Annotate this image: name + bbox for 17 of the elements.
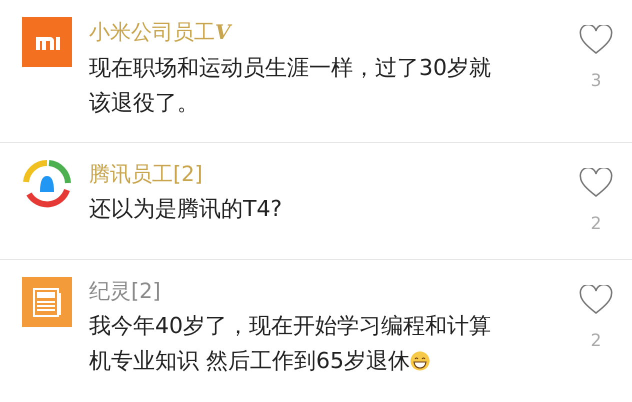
comment-text: 还以为是腾讯的T4? (89, 197, 282, 222)
like-count: 3 (590, 70, 602, 93)
like-heart-icon[interactable] (579, 168, 613, 198)
comment-text: 机专业知识 然后工作到65岁退休 (89, 349, 410, 374)
verified-mark: V (215, 20, 231, 44)
like-heart-icon[interactable] (579, 25, 613, 55)
comment-text: 我今年40岁了，现在开始学习编程和计算 (89, 314, 491, 339)
author-name[interactable]: 腾讯员工[2] (89, 160, 203, 188)
like-count: 2 (590, 330, 602, 353)
author-name[interactable]: 小米公司员工 (89, 18, 215, 46)
comment-text: 该退役了。 (89, 91, 199, 116)
like-count: 2 (590, 213, 602, 236)
like-heart-icon[interactable] (579, 285, 613, 315)
author-name[interactable]: 纪灵[2] (89, 277, 161, 305)
avatar-icon[interactable] (22, 160, 72, 210)
comment-text: 现在职场和运动员生涯一样，过了30岁就 (89, 56, 491, 81)
avatar-icon[interactable] (22, 17, 72, 67)
